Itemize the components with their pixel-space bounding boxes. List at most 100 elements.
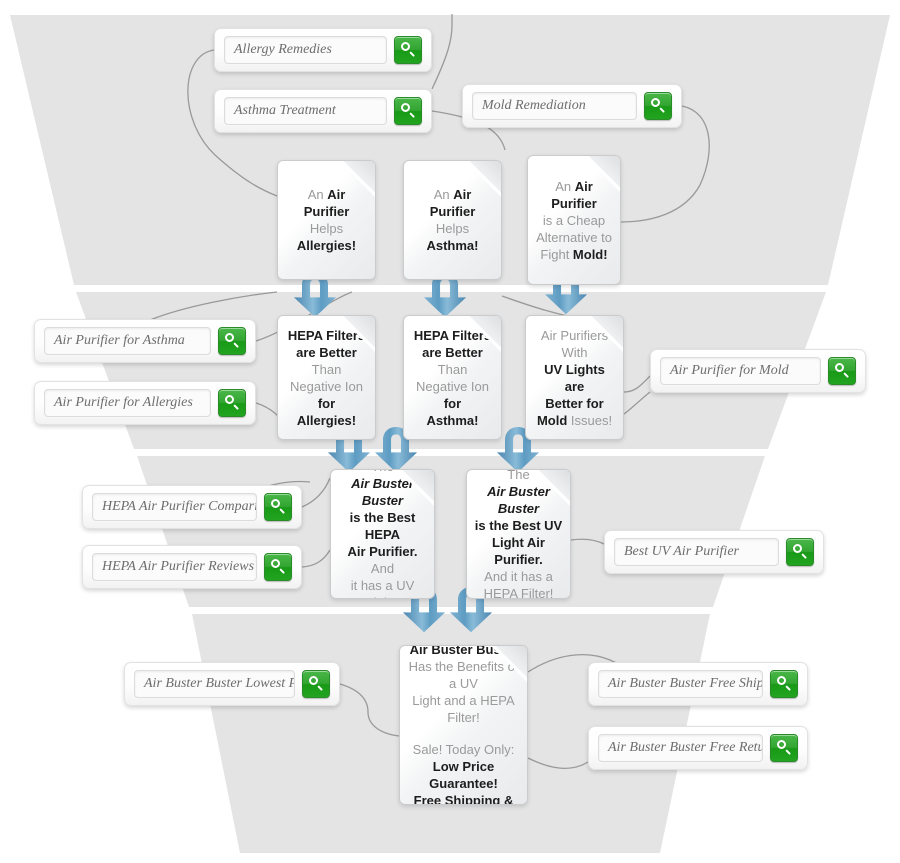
note-line: Negative Ion for <box>285 378 368 412</box>
magnifier-lens <box>777 676 786 685</box>
note-line: Light and a HEPA Filter! <box>407 692 520 726</box>
page-fold-shade <box>464 316 501 353</box>
magnifier-handle <box>843 372 849 378</box>
page-fold-shade <box>338 316 375 353</box>
search-icon[interactable] <box>218 389 246 417</box>
note-best-hepa[interactable]: TheAir Buster Busteris the Best HEPAAir … <box>330 469 435 599</box>
note-span: Free Shipping & Returns! <box>413 793 514 805</box>
note-span: Low Price Guarantee! <box>429 759 498 791</box>
note-line: Asthma! <box>411 412 494 429</box>
note-span: Alternative to <box>536 229 612 245</box>
note-span: HEPA Filter! <box>483 586 554 599</box>
note-air-purifier-allergies[interactable]: An Air Purifier Helps Allergies! <box>277 160 376 280</box>
search-icon[interactable] <box>786 538 814 566</box>
note-span: Asthma! <box>426 412 479 428</box>
search-box-air-purifier-for-asthma[interactable]: Air Purifier for Asthma <box>34 319 256 363</box>
note-line: Light Air Purifier. <box>474 534 563 568</box>
note-span: Allergies! <box>296 412 357 428</box>
note-span: Than <box>311 361 342 377</box>
search-box-hepa-air-purifier-reviews[interactable]: HEPA Air Purifier Reviews <box>82 545 302 589</box>
note-span: An <box>433 187 454 202</box>
note-offer[interactable]: TheAir Buster BusterHas the Benefits of … <box>399 645 528 805</box>
search-input-asthma-treatment[interactable]: Asthma Treatment <box>224 97 387 125</box>
magnifier-lens <box>651 98 660 107</box>
magnifier-lens <box>271 499 280 508</box>
note-line: Negative Ion for <box>411 378 494 412</box>
note-hepa-asthma[interactable]: HEPA Filters are Better Than Negative Ion … <box>403 315 502 440</box>
note-span: Negative Ion <box>416 378 489 394</box>
note-uv-mold[interactable]: Air Purifiers With UV Lights are Better fo… <box>525 315 624 440</box>
note-span: Sale! Today Only: <box>412 742 515 757</box>
search-box-allergy-remedies[interactable]: Allergy Remedies <box>214 28 432 72</box>
search-box-air-buster-lowest-price[interactable]: Air Buster Buster Lowest Price <box>124 662 340 706</box>
search-icon[interactable] <box>218 327 246 355</box>
search-icon[interactable] <box>394 97 422 125</box>
magnifier-lens <box>835 363 844 372</box>
note-span: it has a UV Light! <box>350 577 415 599</box>
search-icon[interactable] <box>264 553 292 581</box>
search-box-best-uv-air-purifier[interactable]: Best UV Air Purifier <box>604 530 824 574</box>
note-span: UV Lights are <box>544 361 605 394</box>
note-line: Helps Allergies! <box>285 220 368 254</box>
search-input-air-purifier-for-mold[interactable]: Air Purifier for Mold <box>660 357 821 385</box>
note-line: it has a UV Light! <box>338 577 427 599</box>
search-icon[interactable] <box>394 36 422 64</box>
page-fold-shade <box>464 161 501 198</box>
search-icon[interactable] <box>828 357 856 385</box>
note-line: Air Purifier. And <box>338 543 427 577</box>
search-box-air-buster-free-returns[interactable]: Air Buster Buster Free Returns <box>588 726 808 770</box>
search-box-air-buster-free-shipping[interactable]: Air Buster Buster Free Shipping <box>588 662 808 706</box>
note-line: is a Cheap <box>535 212 613 229</box>
magnifier-lens <box>793 544 802 553</box>
search-input-hepa-air-purifier-reviews[interactable]: HEPA Air Purifier Reviews <box>92 553 257 581</box>
note-span: Asthma! <box>426 238 479 253</box>
note-line: Allergies! <box>285 412 368 429</box>
note-span: Air Purifier. <box>347 543 418 559</box>
note-line: Alternative to <box>535 229 613 246</box>
search-box-asthma-treatment[interactable]: Asthma Treatment <box>214 89 432 133</box>
note-hepa-allergies[interactable]: HEPA Filters are Better Than Negative Ion … <box>277 315 376 440</box>
note-span: Fight <box>540 246 573 262</box>
search-box-hepa-air-purifier-comparisons[interactable]: HEPA Air Purifier Comparisons <box>82 485 302 529</box>
search-icon[interactable] <box>302 670 330 698</box>
search-input-hepa-air-purifier-comparisons[interactable]: HEPA Air Purifier Comparisons <box>92 493 257 521</box>
note-span: Mold! <box>572 246 608 262</box>
note-line: is the Best HEPA <box>338 509 427 543</box>
note-span: Mold <box>536 412 571 428</box>
search-input-air-buster-free-returns[interactable]: Air Buster Buster Free Returns <box>598 734 763 762</box>
magnifier-handle <box>785 685 791 691</box>
search-icon[interactable] <box>264 493 292 521</box>
magnifier-lens <box>271 559 280 568</box>
note-line: Helps Asthma! <box>411 220 494 254</box>
note-span: Light and a HEPA Filter! <box>412 693 515 725</box>
note-line <box>407 726 520 741</box>
note-line: Free Shipping & Returns! <box>407 792 520 805</box>
note-span: An <box>307 187 328 202</box>
note-span: Helps <box>435 221 470 236</box>
search-input-air-purifier-for-allergies[interactable]: Air Purifier for Allergies <box>44 389 211 417</box>
note-best-uv[interactable]: The Air Buster Buster is the Best UV Light … <box>466 469 571 599</box>
search-input-air-buster-lowest-price[interactable]: Air Buster Buster Lowest Price <box>134 670 295 698</box>
note-span: for <box>443 395 462 411</box>
note-span: The <box>507 469 530 482</box>
magnifier-handle <box>785 749 791 755</box>
note-span: An <box>555 178 575 194</box>
search-icon[interactable] <box>770 670 798 698</box>
search-box-air-purifier-for-allergies[interactable]: Air Purifier for Allergies <box>34 381 256 425</box>
search-icon[interactable] <box>644 92 672 120</box>
search-box-mold-remediation[interactable]: Mold Remediation <box>462 84 682 128</box>
search-input-air-buster-free-shipping[interactable]: Air Buster Buster Free Shipping <box>598 670 763 698</box>
magnifier-lens <box>309 676 318 685</box>
note-span: And <box>370 560 395 576</box>
search-input-mold-remediation[interactable]: Mold Remediation <box>472 92 637 120</box>
magnifier-lens <box>225 395 234 404</box>
search-box-air-purifier-for-mold[interactable]: Air Purifier for Mold <box>650 349 866 393</box>
search-input-air-purifier-for-asthma[interactable]: Air Purifier for Asthma <box>44 327 211 355</box>
note-span: for <box>317 395 336 411</box>
search-icon[interactable] <box>770 734 798 762</box>
note-air-purifier-mold[interactable]: An Air Purifieris a CheapAlternative toF… <box>527 155 621 285</box>
note-span: Better for <box>545 395 604 411</box>
search-input-best-uv-air-purifier[interactable]: Best UV Air Purifier <box>614 538 779 566</box>
search-input-allergy-remedies[interactable]: Allergy Remedies <box>224 36 387 64</box>
note-air-purifier-asthma[interactable]: An Air Purifier Helps Asthma! <box>403 160 502 280</box>
